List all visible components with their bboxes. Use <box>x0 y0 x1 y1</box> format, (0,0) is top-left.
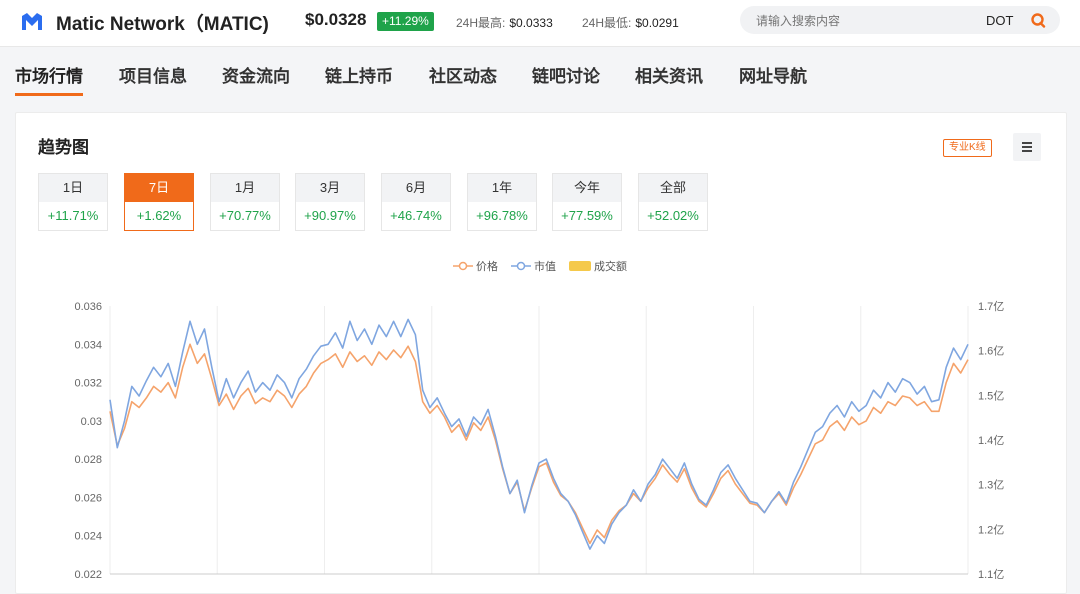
y-left-tick-label: 0.026 <box>74 492 102 504</box>
y-right-tick-label: 1.3亿 <box>978 479 1004 492</box>
y-left-tick-label: 0.034 <box>74 339 102 351</box>
y-left-tick-label: 0.03 <box>81 416 102 428</box>
y-left-tick-label: 0.022 <box>74 569 102 579</box>
trend-chart: 0.036 0.034 0.032 0.03 0.028 0.026 0.024 0.022 1… <box>74 300 1004 579</box>
y-left-tick-label: 0.024 <box>74 531 102 543</box>
y-right-tick-label: 1.4亿 <box>978 434 1004 447</box>
y-left-tick-label: 0.036 <box>74 301 102 313</box>
y-right-tick-label: 1.2亿 <box>978 523 1004 536</box>
y-left-tick-label: 0.028 <box>74 454 102 466</box>
y-right-tick-label: 1.1亿 <box>978 568 1004 579</box>
y-right-tick-label: 1.5亿 <box>978 389 1004 402</box>
y-right-tick-label: 1.6亿 <box>978 345 1004 358</box>
y-right-tick-label: 1.7亿 <box>978 300 1004 313</box>
y-left-tick-label: 0.032 <box>74 378 102 390</box>
